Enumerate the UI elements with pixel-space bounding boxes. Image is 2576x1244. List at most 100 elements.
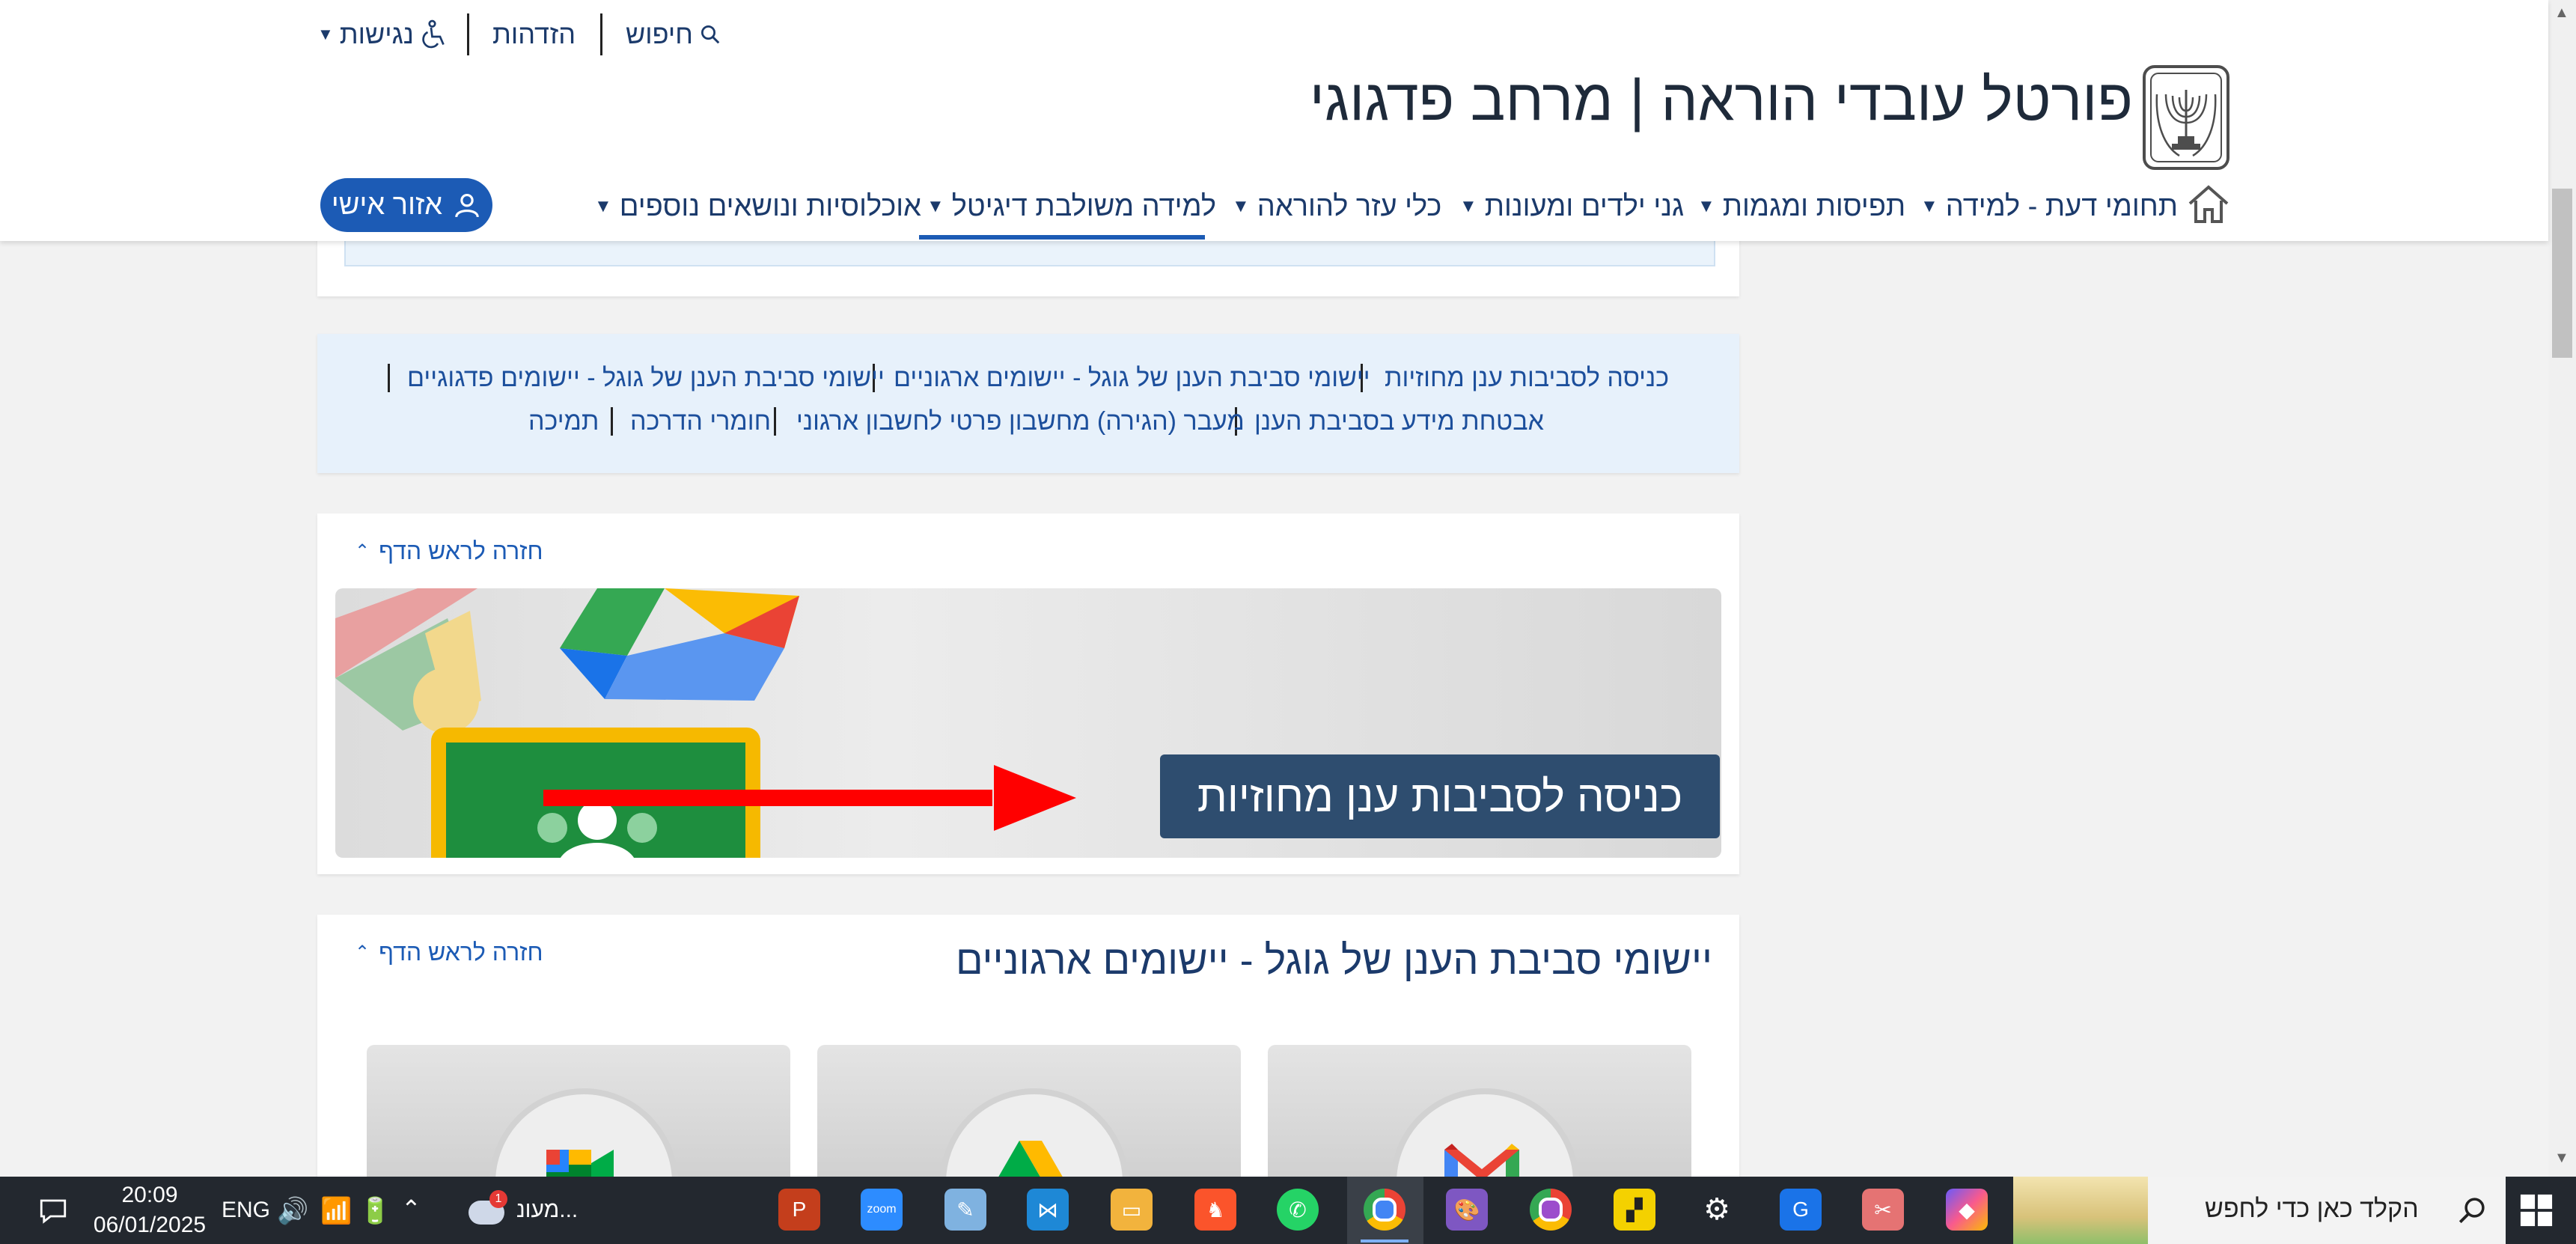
quick-link-district-cloud[interactable]: כניסה לסביבות ענן מחוזיות xyxy=(1385,364,1669,393)
chevron-up-icon: ⌃ xyxy=(355,541,370,561)
nav-item-label: תפיסות ומגמות xyxy=(1722,190,1906,222)
settings-gear-icon[interactable]: ⚙ xyxy=(1696,1189,1738,1231)
volume-icon[interactable]: 🔊 xyxy=(277,1196,308,1226)
chrome-icon[interactable] xyxy=(1364,1189,1405,1231)
nav-active-indicator xyxy=(919,235,1205,240)
chevron-down-icon: ▼ xyxy=(927,196,944,216)
accessibility-label: נגישות xyxy=(339,19,414,49)
language-indicator[interactable]: ENG xyxy=(222,1198,270,1223)
brave-browser-icon[interactable]: ♞ xyxy=(1194,1189,1236,1231)
clock-time[interactable]: 20:09 xyxy=(97,1183,202,1208)
personal-area-button[interactable]: אזור אישי xyxy=(320,178,492,232)
quick-link-info-security[interactable]: אבטחת מידע בסביבת הענן xyxy=(1254,407,1544,436)
weather-widget-icon[interactable]: 1 xyxy=(464,1190,509,1232)
link-divider xyxy=(774,407,776,436)
chevron-down-icon: ▼ xyxy=(317,25,334,43)
powerpoint-icon[interactable]: P xyxy=(778,1189,820,1231)
show-hidden-icons-chevron-icon[interactable]: ⌃ xyxy=(401,1195,421,1223)
back-to-top-link[interactable]: ⌃ חזרה לראש הדף xyxy=(355,537,543,565)
search-placeholder: הקלד כאן כדי לחפש xyxy=(2205,1195,2419,1223)
utility-divider xyxy=(600,13,602,55)
google-translate-icon[interactable]: G xyxy=(1780,1189,1822,1231)
nav-item-concepts[interactable]: ▼ תפיסות ומגמות xyxy=(1697,187,1905,226)
scroll-down-arrow-icon[interactable]: ▼ xyxy=(2554,1150,2569,1167)
weather-label[interactable]: מעונ... xyxy=(516,1198,578,1223)
snipping-tool-icon[interactable]: ✂ xyxy=(1862,1189,1904,1231)
site-title[interactable]: פורטל עובדי הוראה | מרחב פדגוגי xyxy=(1310,66,2133,134)
chevron-down-icon: ▼ xyxy=(1232,196,1250,216)
state-emblem-logo[interactable] xyxy=(2142,64,2230,171)
chevron-down-icon: ▼ xyxy=(594,196,612,216)
pointer-arrow-head xyxy=(994,765,1076,831)
district-cloud-section: ⌃ חזרה לראש הדף כניסה לסביבות ענן מחוזיו… xyxy=(317,513,1739,874)
back-to-top-label: חזרה לראש הדף xyxy=(379,537,543,564)
quick-link-google-org-apps[interactable]: יישומי סביבת הענן של גוגל - יישומים ארגו… xyxy=(894,364,1370,393)
utility-divider xyxy=(467,13,469,55)
user-icon xyxy=(455,193,479,218)
app-card-gmail[interactable] xyxy=(1268,1045,1691,1187)
weather-badge: 1 xyxy=(489,1190,507,1208)
search-label: חיפוש xyxy=(626,19,693,49)
link-divider xyxy=(611,407,613,436)
paint-icon[interactable]: 🎨 xyxy=(1446,1189,1488,1231)
whatsapp-icon[interactable]: ✆ xyxy=(1277,1189,1319,1231)
search-highlight-image xyxy=(2013,1177,2148,1244)
quick-link-account-migration[interactable]: מעבר (הגירה) מחשבון פרטי לחשבון ארגוני xyxy=(796,407,1245,436)
google-org-apps-section: ⌃ חזרה לראש הדף יישומי סביבת הענן של גוג… xyxy=(317,915,1739,1187)
chrome-active-indicator xyxy=(1361,1240,1408,1243)
app-card-meet[interactable] xyxy=(367,1045,790,1187)
nav-item-kindergartens[interactable]: ▼ גני ילדים ומעונות xyxy=(1459,187,1684,226)
section-heading: יישומי סביבת הענן של גוגל - יישומים ארגו… xyxy=(955,938,1712,983)
nav-item-digital-learning[interactable]: ▼ למידה משולבת דיגיטל xyxy=(927,187,1216,226)
zoom-icon[interactable]: zoom xyxy=(861,1189,903,1231)
banner-label[interactable]: כניסה לסביבות ענן מחוזיות xyxy=(1160,754,1720,838)
personal-area-label: אזור אישי xyxy=(331,189,443,221)
login-link[interactable]: הזדהות xyxy=(492,13,576,55)
nav-item-subjects[interactable]: ▼ תחומי דעת - למידה xyxy=(1920,187,2178,226)
nav-item-label: למידה משולבת דיגיטל xyxy=(951,190,1216,222)
search-icon xyxy=(701,25,720,44)
file-explorer-icon[interactable]: ▭ xyxy=(1111,1189,1153,1231)
home-icon[interactable] xyxy=(2187,183,2230,225)
site-header: חיפוש הזדהות ▼ נגישות פורטל עובדי הוראה … xyxy=(0,0,2548,241)
nav-item-label: תחומי דעת - למידה xyxy=(1945,190,2178,222)
notification-center-icon[interactable] xyxy=(37,1195,69,1227)
cloud-banner[interactable]: כניסה לסביבות ענן מחוזיות xyxy=(335,588,1721,858)
network-icon[interactable]: 📶 xyxy=(320,1196,352,1226)
login-label: הזדהות xyxy=(492,19,576,49)
pointer-arrow-shaft xyxy=(543,790,992,806)
windows-start-icon[interactable] xyxy=(2519,1193,2554,1228)
quick-link-training-materials[interactable]: חומרי הדרכה xyxy=(630,407,771,436)
nav-item-label: כלי עזר להוראה xyxy=(1257,190,1442,222)
quick-link-google-pedagogic-apps[interactable]: יישומי סביבת הענן של גוגל - יישומים פדגו… xyxy=(407,364,885,393)
notepad-icon[interactable]: ✎ xyxy=(944,1189,986,1231)
chevron-down-icon: ▼ xyxy=(1697,196,1715,216)
page-scrollbar[interactable]: ▲ ▼ xyxy=(2548,0,2576,1177)
link-divider xyxy=(388,364,390,392)
quick-links-panel: כניסה לסביבות ענן מחוזיות יישומי סביבת ה… xyxy=(317,334,1739,473)
accessibility-icon xyxy=(422,19,445,49)
battery-icon[interactable]: 🔋 xyxy=(359,1196,391,1226)
taskbar-search-box[interactable]: הקלד כאן כדי לחפש xyxy=(2013,1177,2506,1244)
quick-link-support[interactable]: תמיכה xyxy=(528,407,599,436)
copilot-icon[interactable]: ◆ xyxy=(1946,1189,1988,1231)
app-card-drive[interactable] xyxy=(817,1045,1241,1187)
back-to-top-link[interactable]: ⌃ חזרה לראש הדף xyxy=(355,939,543,966)
chrome-profile-icon[interactable] xyxy=(1530,1189,1572,1231)
nav-item-label: אוכלוסיות ונושאים נוספים xyxy=(619,190,921,222)
sticky-notes-icon[interactable]: ▞ xyxy=(1614,1189,1655,1231)
search-icon xyxy=(2459,1198,2485,1224)
clock-date[interactable]: 06/01/2025 xyxy=(90,1213,210,1238)
scrollbar-thumb[interactable] xyxy=(2552,189,2572,358)
nav-item-populations[interactable]: ▼ אוכלוסיות ונושאים נוספים xyxy=(594,187,921,226)
vscode-icon[interactable]: ⋈ xyxy=(1027,1189,1069,1231)
nav-item-label: גני ילדים ומעונות xyxy=(1484,190,1685,222)
back-to-top-label: חזרה לראש הדף xyxy=(379,939,543,966)
scroll-up-arrow-icon[interactable]: ▲ xyxy=(2554,4,2569,22)
chevron-down-icon: ▼ xyxy=(1459,196,1477,216)
chevron-down-icon: ▼ xyxy=(1920,196,1938,216)
search-link[interactable]: חיפוש xyxy=(626,13,721,55)
chevron-up-icon: ⌃ xyxy=(355,942,370,963)
accessibility-menu[interactable]: ▼ נגישות xyxy=(317,13,447,55)
nav-item-teaching-tools[interactable]: ▼ כלי עזר להוראה xyxy=(1232,187,1441,226)
